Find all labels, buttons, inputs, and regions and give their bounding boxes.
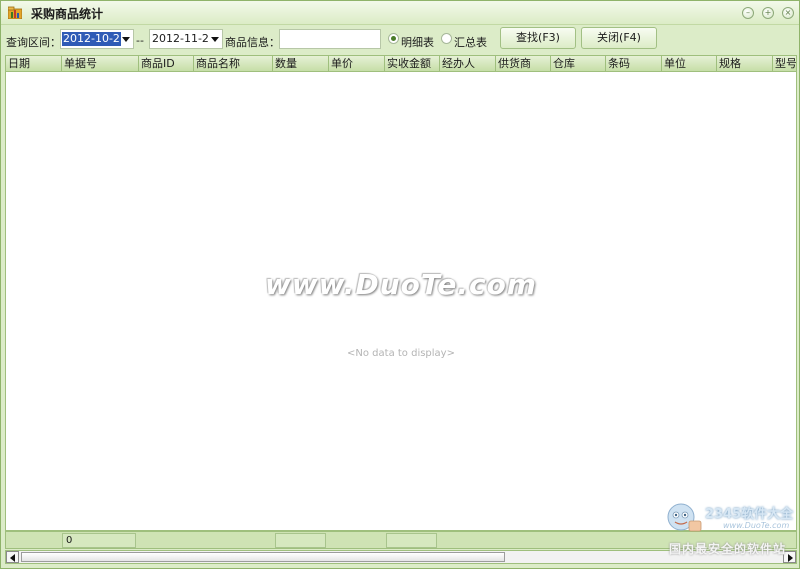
- minimize-button[interactable]: –: [742, 7, 754, 19]
- product-info-input[interactable]: [279, 29, 381, 49]
- dropdown-arrow-icon[interactable]: [122, 37, 130, 42]
- column-header-quantity[interactable]: 数量: [273, 56, 329, 71]
- folder-chart-icon: [8, 6, 22, 19]
- mascot-icon: [667, 503, 702, 532]
- radio-detail[interactable]: [388, 33, 399, 44]
- column-header-amount[interactable]: 实收金额: [385, 56, 440, 71]
- end-date-picker[interactable]: 2012-11-2: [149, 29, 223, 49]
- column-header-barcode[interactable]: 条码: [606, 56, 662, 71]
- scroll-left-button[interactable]: [6, 551, 19, 563]
- title-bar: 采购商品统计 – + ×: [1, 1, 799, 25]
- empty-data-message: <No data to display>: [347, 348, 455, 359]
- dropdown-arrow-icon[interactable]: [211, 37, 219, 42]
- close-button[interactable]: 关闭(F4): [581, 27, 657, 49]
- radio-summary-label[interactable]: 汇总表: [454, 34, 487, 50]
- footer-amount-cell: [386, 533, 437, 548]
- brand-slogan: 国内最安全的软件站: [669, 542, 787, 556]
- site-watermark: www.DuoTe.com: [265, 268, 537, 301]
- grid-header: 日期 单据号 商品ID 商品名称 数量 单价 实收金额 经办人 供货商 仓库 条…: [6, 56, 796, 72]
- app-window: 采购商品统计 – + × 查询区间： 2012-10-2 -- 2012-11-…: [0, 0, 800, 569]
- column-header-unit-price[interactable]: 单价: [329, 56, 385, 71]
- product-info-label: 商品信息：: [225, 36, 280, 49]
- window-title: 采购商品统计: [31, 7, 104, 21]
- column-header-supplier[interactable]: 供货商: [496, 56, 551, 71]
- close-icon: ×: [784, 8, 792, 17]
- query-toolbar: 查询区间： 2012-10-2 -- 2012-11-2 商品信息： 明细表 汇…: [1, 25, 799, 55]
- column-header-handler[interactable]: 经办人: [440, 56, 496, 71]
- column-header-doc-no[interactable]: 单据号: [62, 56, 139, 71]
- column-header-product-id[interactable]: 商品ID: [139, 56, 194, 71]
- column-header-spec[interactable]: 规格: [717, 56, 773, 71]
- brand-name: 2345软件大全: [705, 507, 794, 522]
- column-header-date[interactable]: 日期: [6, 56, 62, 71]
- column-header-warehouse[interactable]: 仓库: [551, 56, 606, 71]
- data-grid[interactable]: 日期 单据号 商品ID 商品名称 数量 单价 实收金额 经办人 供货商 仓库 条…: [5, 55, 797, 531]
- site-logo-watermark: 2345软件大全 www.DuoTe.com 国内最安全的软件站: [661, 495, 797, 556]
- end-date-value[interactable]: 2012-11-2: [151, 32, 210, 46]
- radio-detail-label[interactable]: 明细表: [401, 34, 434, 50]
- maximize-icon: +: [764, 8, 772, 17]
- close-window-button[interactable]: ×: [782, 7, 794, 19]
- footer-count-cell: 0: [62, 533, 136, 548]
- start-date-picker[interactable]: 2012-10-2: [60, 29, 134, 49]
- maximize-button[interactable]: +: [762, 7, 774, 19]
- brand-url: www.DuoTe.com: [723, 521, 790, 530]
- column-header-product-name[interactable]: 商品名称: [194, 56, 273, 71]
- footer-quantity-cell: [275, 533, 326, 548]
- find-button[interactable]: 查找(F3): [500, 27, 576, 49]
- arrow-right-icon: [788, 554, 793, 562]
- minimize-icon: –: [746, 8, 750, 17]
- start-date-value[interactable]: 2012-10-2: [62, 32, 121, 46]
- date-separator: --: [136, 34, 144, 47]
- column-header-model[interactable]: 型号: [773, 56, 796, 71]
- radio-summary[interactable]: [441, 33, 452, 44]
- arrow-left-icon: [10, 554, 15, 562]
- scrollbar-thumb[interactable]: [21, 552, 505, 562]
- range-label: 查询区间：: [6, 36, 61, 49]
- column-header-unit[interactable]: 单位: [662, 56, 717, 71]
